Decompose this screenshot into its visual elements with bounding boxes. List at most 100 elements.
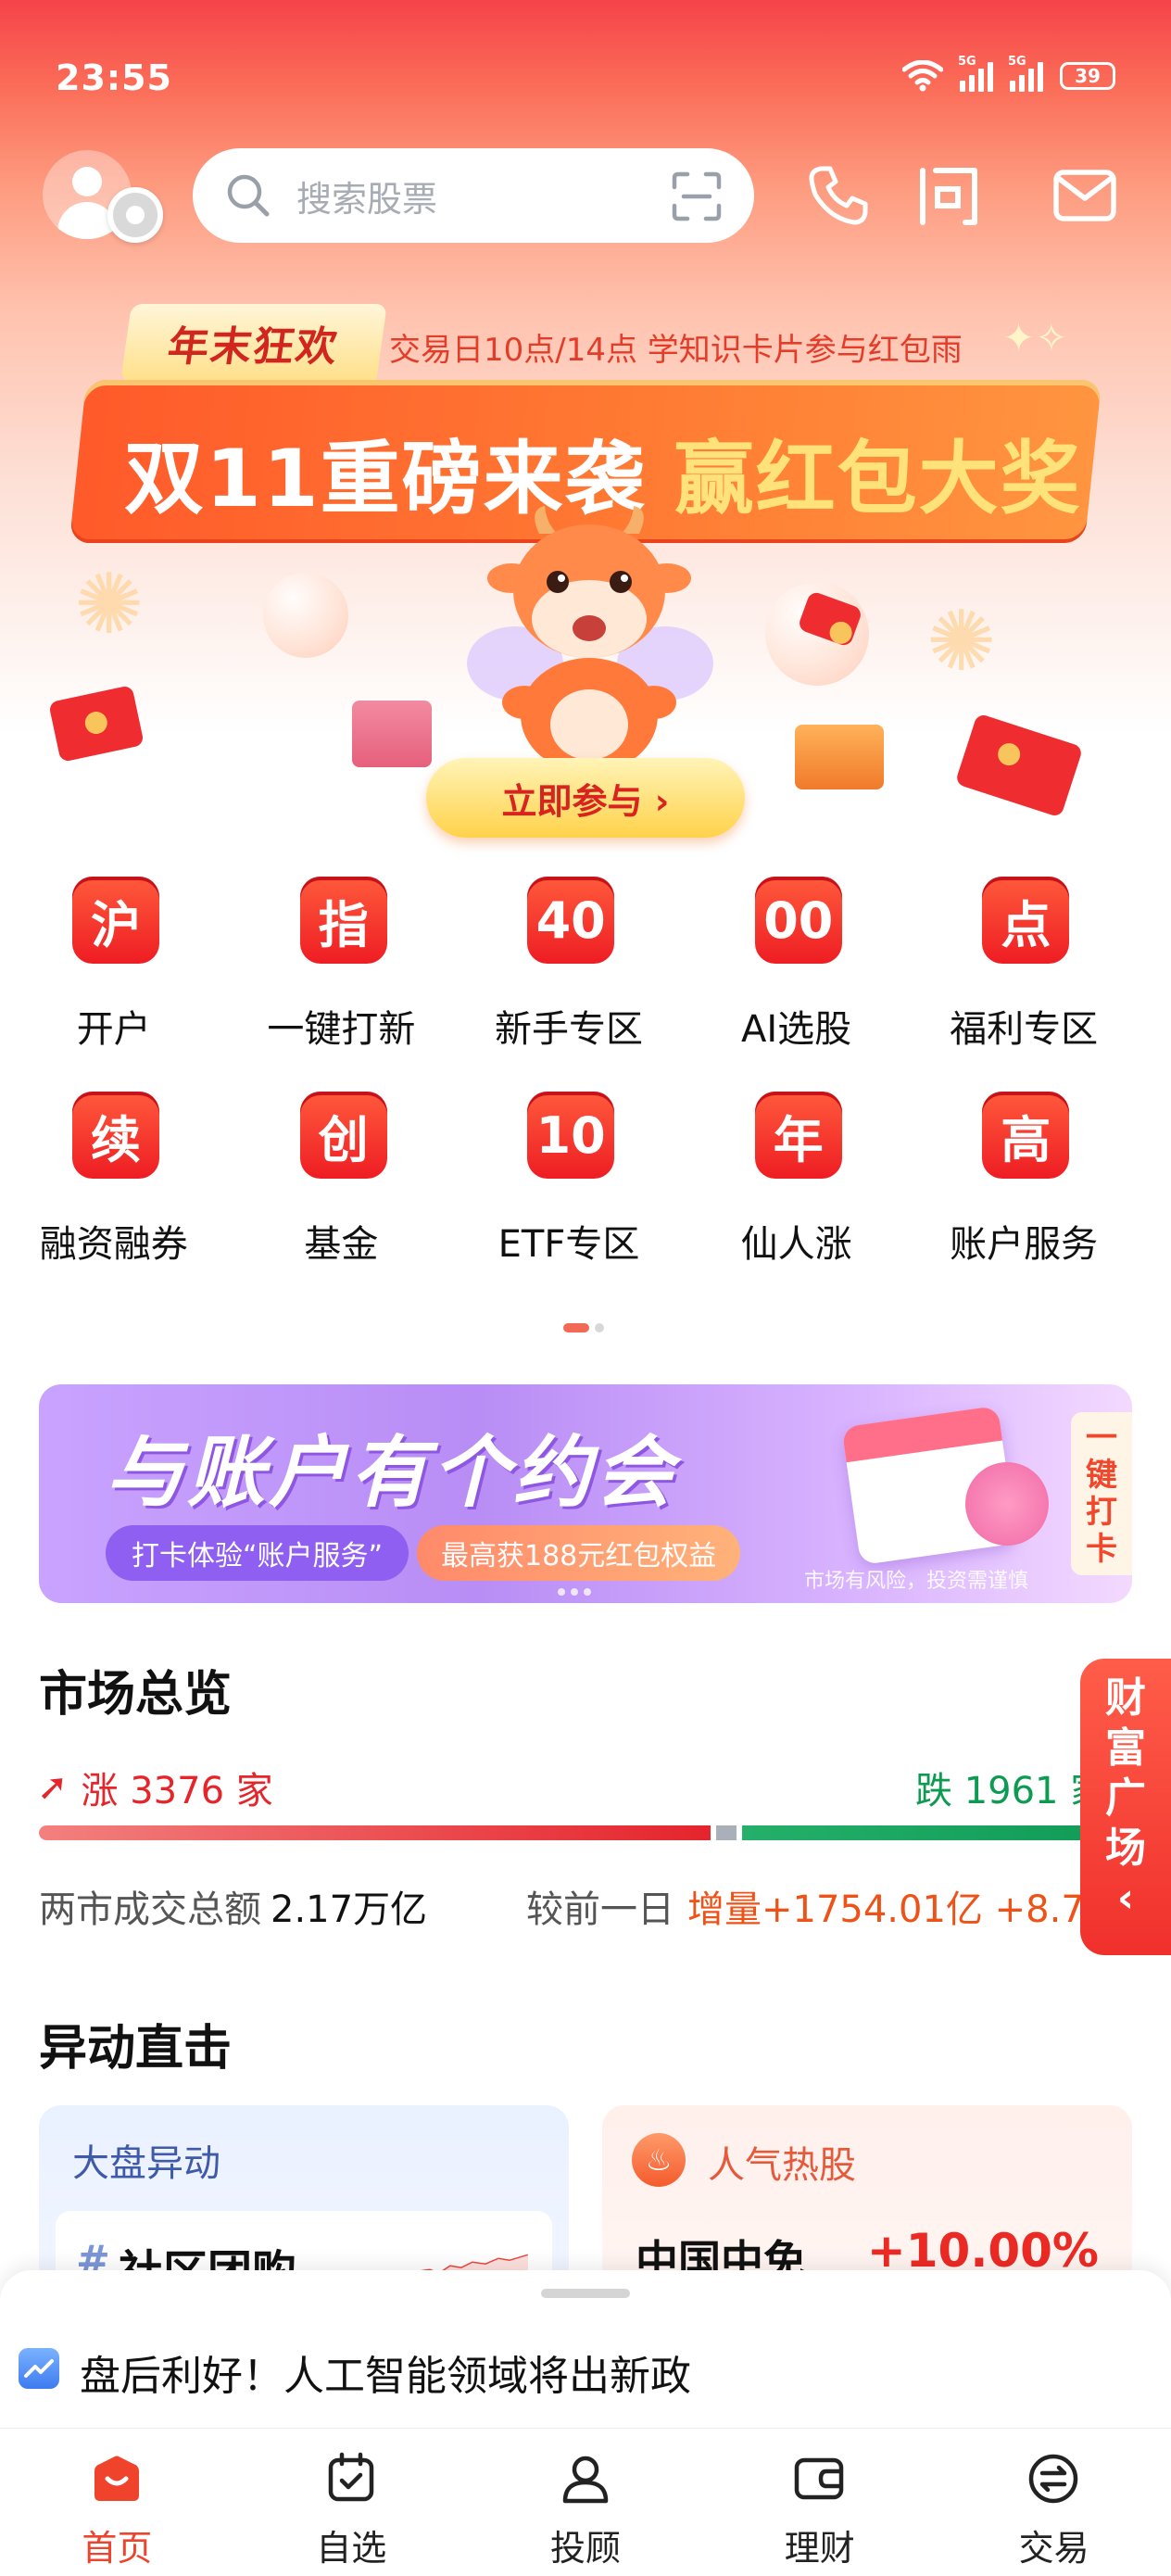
- grid-item-open-account[interactable]: 沪 开户: [0, 877, 228, 1062]
- grid-item-label: 福利专区: [950, 1008, 1099, 1051]
- advancers-count[interactable]: ➚ 涨 3376 家: [37, 1761, 273, 1814]
- promo-tag: 年末狂欢: [120, 304, 387, 382]
- one-click-checkin-button[interactable]: 一 键 打 卡: [1071, 1412, 1132, 1575]
- news-headline[interactable]: 盘后利好！人工智能领域将出新政: [80, 2342, 691, 2402]
- grid-item-ipo-subscribe[interactable]: 指 一键打新: [228, 877, 456, 1062]
- flat-bar: [716, 1825, 737, 1840]
- grid-item-label: 开户: [76, 1008, 151, 1051]
- account-service-ad-banner[interactable]: 与账户有个约会 打卡体验“账户服务” 最高获188元红包权益 市场有风险，投资需…: [39, 1384, 1132, 1603]
- promo-subtitle: 交易日10点/14点 学知识卡片参与红包雨: [389, 332, 963, 369]
- status-bar: 23:55 5G 5G 39: [0, 0, 1171, 139]
- network-type-2: 5G: [1008, 55, 1026, 69]
- grid-item-label: 一键打新: [267, 1008, 416, 1051]
- feature-grid-row-2: 续 融资融券 创 基金 10 ETF专区 年 仙人涨 高 账户服务: [0, 1092, 1171, 1277]
- turnover-label: 两市成交总额: [39, 1888, 261, 1931]
- battery-level: 39: [1075, 65, 1101, 87]
- grid-item-label: 基金: [304, 1223, 379, 1266]
- news-bottom-sheet[interactable]: 盘后利好！人工智能领域将出新政: [0, 2270, 1171, 2428]
- advancers-label: 涨 3376 家: [81, 1770, 273, 1812]
- decliners-count[interactable]: 跌 1961 家: [915, 1761, 1107, 1814]
- cell-signal-1-icon: 5G: [958, 55, 993, 92]
- home-icon: [89, 2451, 145, 2507]
- fund-icon: 创: [299, 1092, 387, 1179]
- wealth-square-float-button[interactable]: 财 富 广 场 ‹: [1080, 1659, 1171, 1955]
- checkin-char: 键: [1086, 1457, 1117, 1494]
- checkin-char: 一: [1086, 1420, 1117, 1457]
- grid-item-label: AI选股: [740, 1008, 852, 1051]
- customer-service-icon[interactable]: [915, 161, 984, 230]
- ai-stock-picker-icon: 00: [754, 877, 842, 964]
- top-bar: 搜索股票: [0, 148, 1171, 250]
- search-placeholder: 搜索股票: [296, 178, 438, 220]
- ad-disclaimer: 市场有风险，投资需谨慎: [804, 1570, 1029, 1593]
- message-icon[interactable]: [1051, 161, 1119, 230]
- ad-page-indicator: [558, 1588, 591, 1596]
- up-arrow-icon: ➚: [37, 1766, 69, 1809]
- checkin-char: 打: [1086, 1494, 1117, 1531]
- trend-chart-icon: [19, 2348, 59, 2389]
- watchlist-icon: [323, 2451, 379, 2507]
- status-time: 23:55: [56, 57, 172, 98]
- phone-icon[interactable]: [804, 161, 873, 230]
- search-icon: [224, 171, 272, 220]
- ad-pill-reward: 最高获188元红包权益: [417, 1525, 741, 1581]
- battery-icon: 39: [1060, 62, 1115, 90]
- sparkle-icon: ✦✧: [1002, 315, 1068, 360]
- welfare-zone-icon: 点: [982, 877, 1070, 964]
- float-tab-char: 广: [1105, 1774, 1146, 1822]
- grid-item-account-service[interactable]: 高 账户服务: [910, 1092, 1138, 1277]
- float-tab-char: 财: [1105, 1674, 1146, 1722]
- cell-signal-2-icon: 5G: [1008, 55, 1043, 92]
- drag-handle[interactable]: [541, 2289, 630, 2298]
- flame-icon: ♨: [632, 2133, 686, 2187]
- wifi-icon: [902, 60, 943, 92]
- tab-label: 投顾: [549, 2528, 621, 2569]
- feature-grid-row-1: 沪 开户 指 一键打新 40 新手专区 00 AI选股 点 福利专区: [0, 877, 1171, 1062]
- grid-item-welfare-zone[interactable]: 点 福利专区: [910, 877, 1138, 1062]
- turnover-value: 2.17万亿: [271, 1888, 428, 1931]
- tab-label: 交易: [1018, 2528, 1089, 2569]
- network-type-1: 5G: [958, 55, 976, 69]
- grid-item-label: 新手专区: [494, 1008, 643, 1051]
- grid-page-indicator: [563, 1323, 604, 1332]
- grid-item-etf-zone[interactable]: 10 ETF专区: [455, 1092, 683, 1277]
- wallet-icon: [791, 2451, 847, 2507]
- flower-bouquet-icon: [965, 1462, 1049, 1546]
- firework-icon: ✺: [926, 593, 997, 690]
- mascot-cow-icon: [467, 506, 713, 773]
- bottom-tab-bar: 首页 自选 投顾 理财 交易: [0, 2428, 1171, 2576]
- tab-advisor[interactable]: 投顾: [469, 2429, 703, 2576]
- margin-trading-icon: 续: [72, 1092, 159, 1179]
- compare-value: 增量+1754.01亿 +8.77: [687, 1888, 1109, 1931]
- market-anomaly-title: 大盘异动: [72, 2142, 220, 2185]
- firework-icon: ✺: [74, 556, 145, 653]
- tab-wealth[interactable]: 理财: [702, 2429, 937, 2576]
- join-now-button[interactable]: 立即参与 ›: [426, 758, 745, 838]
- turnover: 两市成交总额 2.17万亿: [39, 1879, 427, 1933]
- tab-trade[interactable]: 交易: [937, 2429, 1171, 2576]
- grid-item-label: 仙人涨: [740, 1223, 852, 1266]
- bubble-icon: [263, 573, 348, 658]
- ad-pill-checkin: 打卡体验“账户服务”: [106, 1525, 409, 1581]
- tab-watchlist[interactable]: 自选: [234, 2429, 469, 2576]
- open-account-icon: 沪: [72, 877, 159, 964]
- grid-item-margin-trading[interactable]: 续 融资融券: [0, 1092, 228, 1277]
- promo-title-highlight: 赢红包大奖: [674, 433, 1082, 525]
- ad-title: 与账户有个约会: [106, 1426, 677, 1518]
- grid-item-xianrenzhang[interactable]: 年 仙人涨: [683, 1092, 911, 1277]
- search-bar[interactable]: 搜索股票: [193, 148, 754, 243]
- float-tab-char: 场: [1105, 1825, 1146, 1872]
- market-overview-title: 市场总览: [39, 1667, 233, 1723]
- market-breadth-bar: [39, 1825, 1132, 1840]
- gift-box-icon: [352, 701, 432, 767]
- etf-zone-icon: 10: [527, 1092, 615, 1179]
- chevron-left-icon: ‹: [1116, 1875, 1135, 1922]
- tab-home[interactable]: 首页: [0, 2429, 234, 2576]
- anomaly-section-title: 异动直击: [39, 2021, 233, 2077]
- scan-icon[interactable]: [671, 170, 723, 222]
- hot-stocks-title: 人气热股: [708, 2144, 856, 2187]
- grid-item-ai-stock-picker[interactable]: 00 AI选股: [683, 877, 911, 1062]
- grid-item-fund[interactable]: 创 基金: [228, 1092, 456, 1277]
- advancers-bar: [39, 1825, 711, 1840]
- grid-item-beginner-zone[interactable]: 40 新手专区: [455, 877, 683, 1062]
